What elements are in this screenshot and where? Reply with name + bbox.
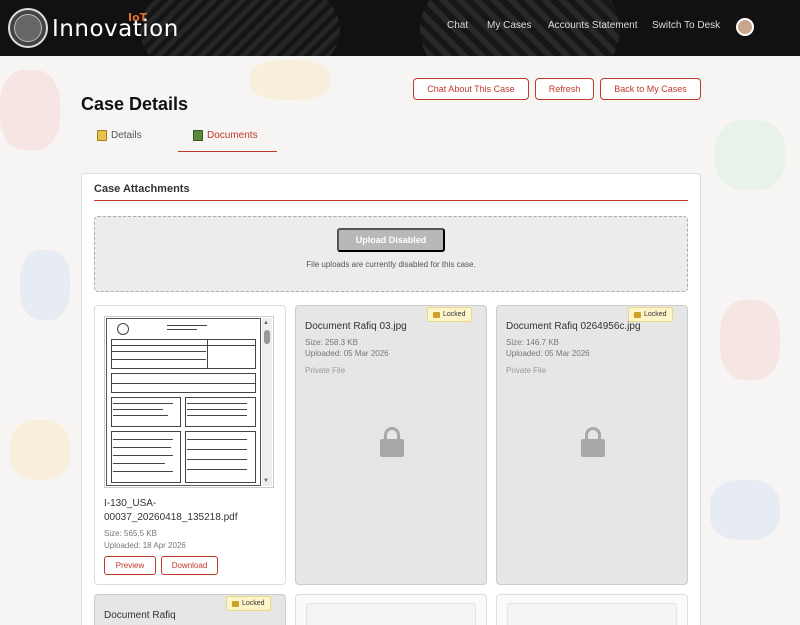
tab-documents-label: Documents — [207, 130, 258, 141]
pdf-page — [106, 318, 261, 486]
scroll-down-icon[interactable]: ▼ — [263, 478, 269, 484]
file-name-line-1: I-130_USA- — [104, 498, 157, 509]
back-to-my-cases-button[interactable]: Back to My Cases — [600, 78, 701, 100]
file-name-line-2: 00037_20260418_135218.pdf — [104, 512, 238, 523]
details-tab-icon — [97, 130, 107, 141]
lock-icon — [380, 427, 404, 457]
brand-superscript: IoT — [128, 11, 148, 24]
bg-shape — [715, 120, 785, 190]
lock-icon — [232, 600, 239, 607]
top-navbar: Innovation IoT Chat My Cases Accounts St… — [0, 0, 800, 56]
locked-badge-label: Locked — [644, 311, 667, 318]
file-uploaded: Uploaded: 18 Apr 2026 — [104, 541, 186, 550]
file-uploaded: Uploaded: 05 Mar 2026 — [305, 349, 389, 358]
file-name: Document Rafiq 03.jpg — [305, 321, 407, 332]
attachment-card — [496, 594, 688, 625]
attachments-divider — [94, 200, 688, 201]
download-button[interactable]: Download — [161, 556, 218, 575]
tab-documents[interactable]: Documents — [193, 130, 258, 141]
file-uploaded: Uploaded: 05 Mar 2026 — [506, 349, 590, 358]
locked-badge-label: Locked — [242, 600, 265, 607]
chat-about-case-button[interactable]: Chat About This Case — [413, 78, 529, 100]
bg-shape — [0, 70, 60, 150]
seal-icon[interactable] — [8, 8, 48, 48]
pdf-scroll-thumb[interactable] — [264, 330, 270, 344]
refresh-button[interactable]: Refresh — [535, 78, 594, 100]
bg-shape — [720, 300, 780, 380]
bg-shape — [10, 420, 70, 480]
nav-switch-to-desk[interactable]: Switch To Desk — [652, 20, 720, 31]
upload-disabled-button[interactable]: Upload Disabled — [337, 228, 445, 252]
scroll-up-icon[interactable]: ▲ — [263, 320, 269, 326]
locked-badge: Locked — [226, 596, 271, 611]
locked-badge: Locked — [427, 307, 472, 322]
attachment-card — [295, 594, 487, 625]
user-avatar-icon[interactable] — [736, 18, 754, 36]
brand-logo[interactable]: Innovation — [52, 16, 179, 42]
upload-disabled-note: File uploads are currently disabled for … — [306, 260, 476, 269]
private-file-label: Private File — [305, 366, 346, 375]
attachments-title: Case Attachments — [94, 183, 190, 195]
file-size: Size: 565.5 KB — [104, 529, 157, 538]
tab-details-label: Details — [111, 130, 142, 141]
nav-accounts-statement[interactable]: Accounts Statement — [548, 20, 638, 31]
lock-icon — [634, 311, 641, 318]
file-name: Document Rafiq 0264956c.jpg — [506, 321, 641, 332]
locked-badge-label: Locked — [443, 311, 466, 318]
file-name: Document Rafiq — [104, 610, 176, 621]
nav-my-cases[interactable]: My Cases — [487, 20, 531, 31]
lock-icon — [581, 427, 605, 457]
lock-icon — [433, 311, 440, 318]
page-title: Case Details — [81, 94, 189, 114]
bg-shape — [250, 60, 330, 100]
documents-tab-icon — [193, 130, 203, 141]
private-file-label: Private File — [506, 366, 547, 375]
active-tab-indicator — [178, 151, 277, 152]
bg-shape — [710, 480, 780, 540]
nav-chat[interactable]: Chat — [447, 20, 468, 31]
preview-button[interactable]: Preview — [104, 556, 156, 575]
bg-shape — [20, 250, 70, 320]
tab-details[interactable]: Details — [97, 130, 142, 141]
